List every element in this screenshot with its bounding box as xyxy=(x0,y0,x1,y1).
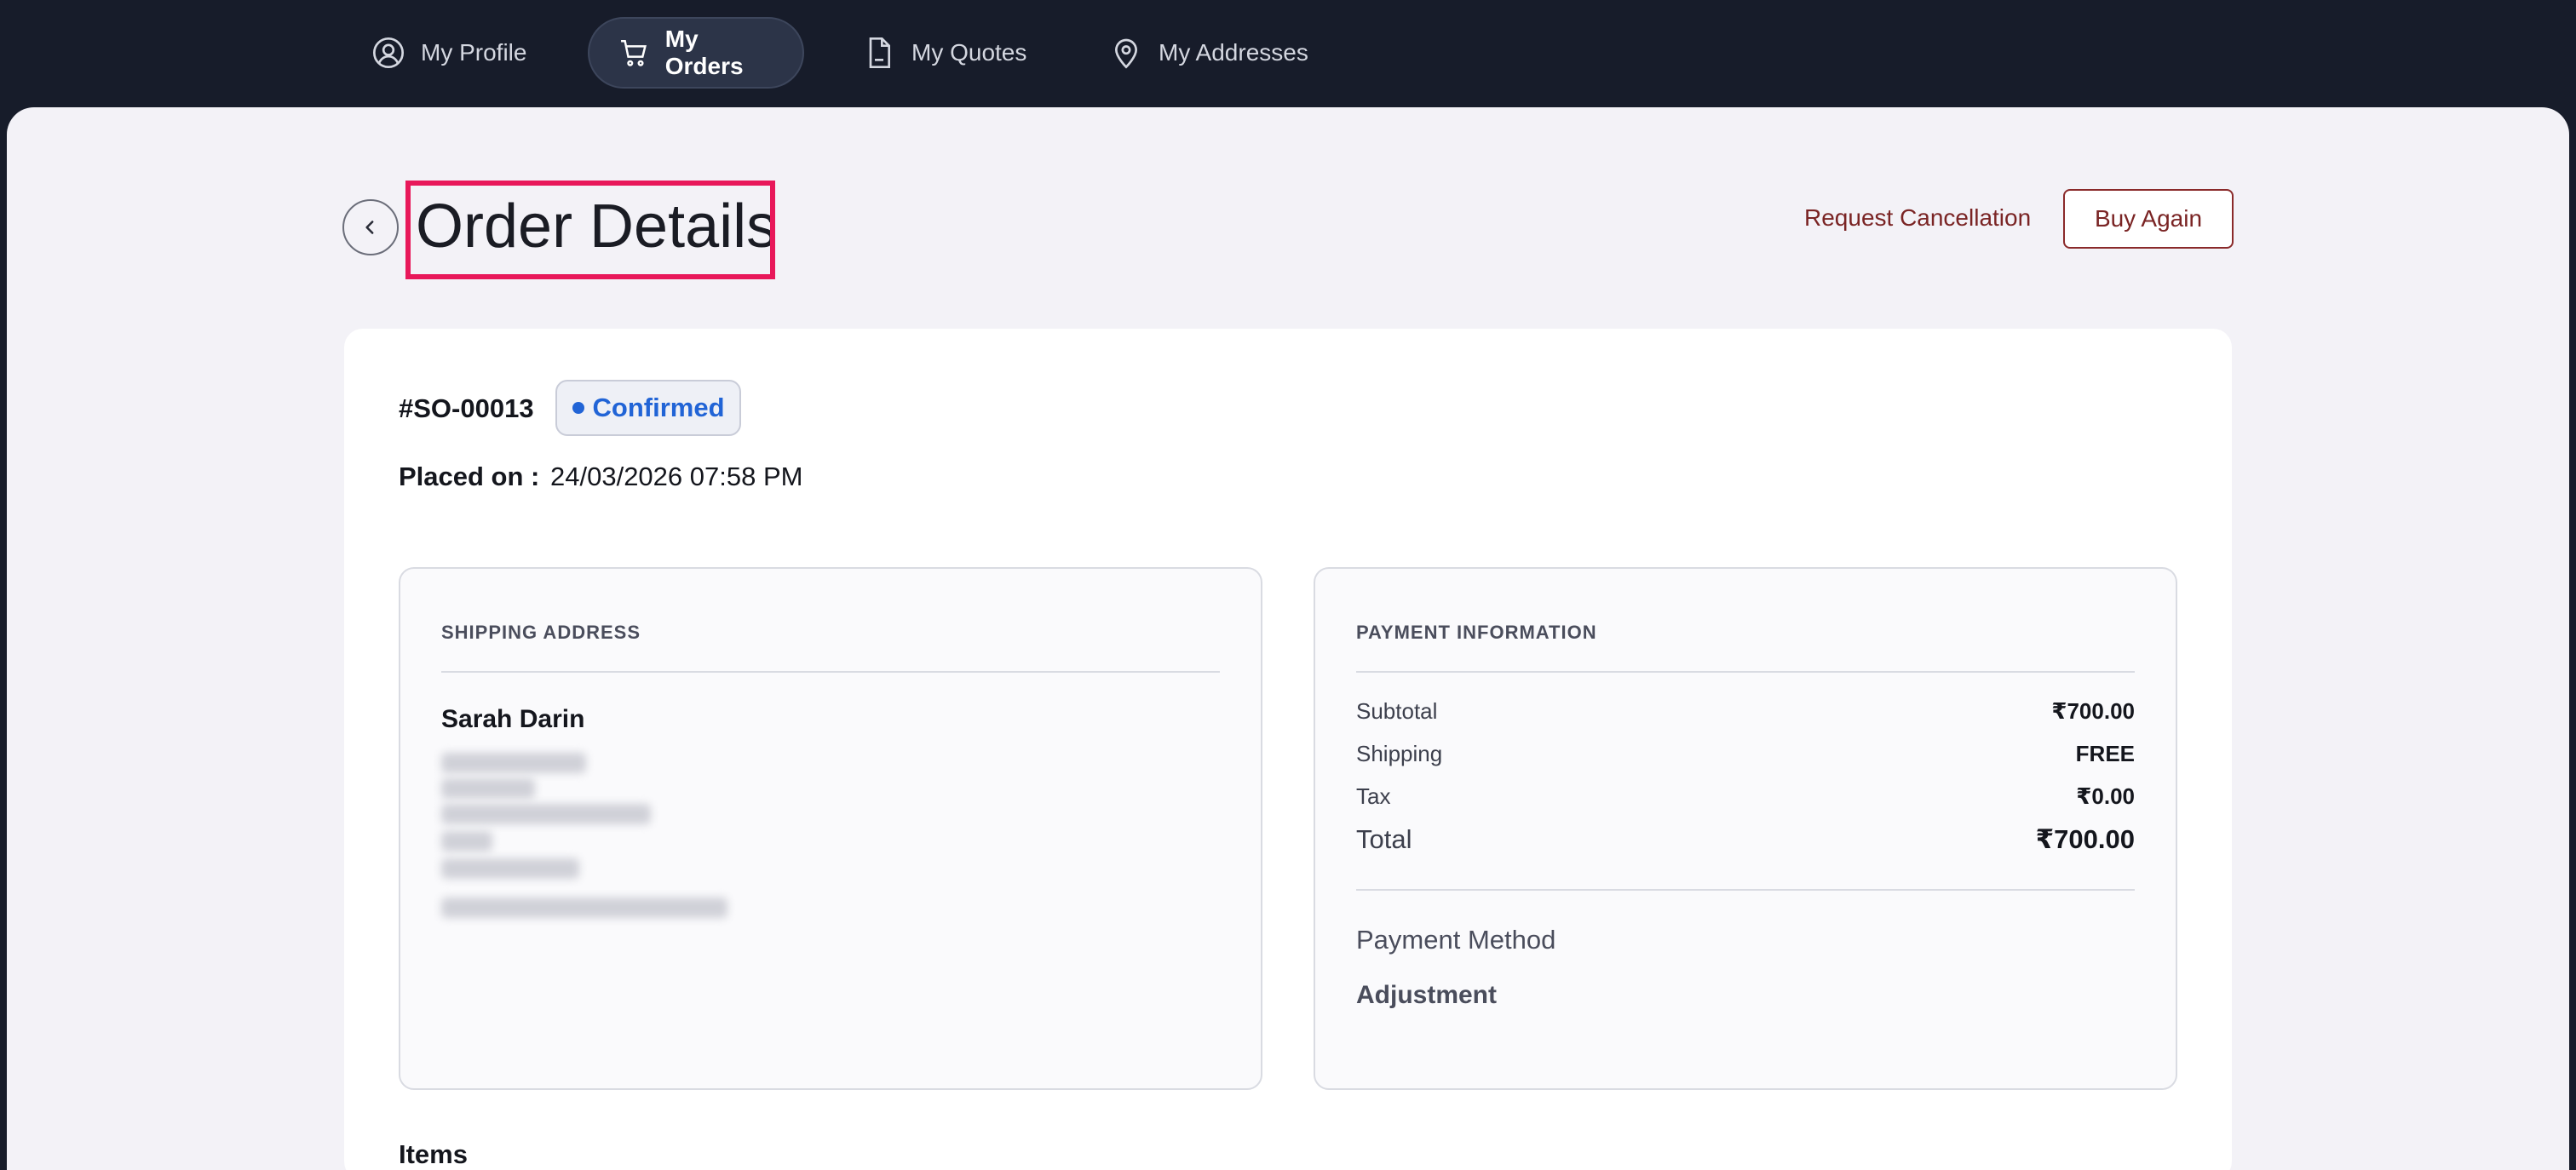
subtotal-row: Subtotal ₹700.00 xyxy=(1356,698,2135,725)
tax-label: Tax xyxy=(1356,783,1391,809)
tax-row: Tax ₹0.00 xyxy=(1356,783,2135,810)
request-cancellation-link[interactable]: Request Cancellation xyxy=(1804,203,2031,233)
items-heading: Items xyxy=(399,1139,468,1169)
shipping-heading: SHIPPING ADDRESS xyxy=(441,622,641,643)
nav-item-my-quotes[interactable]: My Quotes xyxy=(833,17,1055,89)
nav-item-my-profile[interactable]: My Profile xyxy=(342,17,555,89)
placed-on-value: 24/03/2026 07:58 PM xyxy=(550,462,803,491)
subtotal-value: ₹700.00 xyxy=(2051,698,2135,724)
status-label: Confirmed xyxy=(592,393,725,422)
shipping-name: Sarah Darin xyxy=(441,705,585,733)
nav-label: My Orders xyxy=(664,26,744,79)
chevron-left-icon xyxy=(365,221,374,234)
payment-method-value: Adjustment xyxy=(1356,981,1497,1009)
shipping-value: FREE xyxy=(2075,741,2135,766)
total-label: Total xyxy=(1356,824,1412,854)
top-navigation: My Profile My Orders My Quotes My Addres… xyxy=(0,0,2576,107)
redacted-address-line xyxy=(441,858,579,879)
total-row: Total ₹700.00 xyxy=(1356,824,2135,855)
divider xyxy=(1356,671,2135,673)
placed-on-label: Placed on : xyxy=(399,462,540,491)
document-icon xyxy=(869,37,890,68)
nav-label: My Addresses xyxy=(1159,39,1308,66)
tax-value: ₹0.00 xyxy=(2076,783,2135,809)
redacted-address-line xyxy=(441,831,492,852)
redacted-address-line xyxy=(441,778,535,799)
map-pin-icon xyxy=(1114,38,1138,69)
divider xyxy=(1356,889,2135,891)
payment-heading: PAYMENT INFORMATION xyxy=(1356,622,1597,643)
shipping-row: Shipping FREE xyxy=(1356,741,2135,767)
status-dot-icon xyxy=(572,402,584,414)
nav-label: My Profile xyxy=(421,39,527,66)
nav-item-my-addresses[interactable]: My Addresses xyxy=(1080,17,1337,89)
redacted-address-line xyxy=(441,898,727,918)
status-badge: Confirmed xyxy=(555,380,741,436)
user-circle-icon xyxy=(373,37,404,68)
total-value: ₹700.00 xyxy=(2035,824,2135,854)
shipping-address-box: SHIPPING ADDRESS Sarah Darin xyxy=(399,567,1262,1090)
redacted-address-line xyxy=(441,753,586,773)
redacted-address-line xyxy=(441,804,651,824)
payment-information-box: PAYMENT INFORMATION Subtotal ₹700.00 Shi… xyxy=(1314,567,2177,1090)
order-id: #SO-00013 xyxy=(399,393,534,423)
divider xyxy=(441,671,1220,673)
cart-icon xyxy=(621,39,647,66)
nav-item-my-orders[interactable]: My Orders xyxy=(588,17,804,89)
subtotal-label: Subtotal xyxy=(1356,698,1438,724)
buy-again-button[interactable]: Buy Again xyxy=(2063,189,2234,249)
nav-label: My Quotes xyxy=(911,39,1027,66)
payment-method-label: Payment Method xyxy=(1356,925,1556,955)
back-button[interactable] xyxy=(342,199,399,255)
highlight-annotation xyxy=(405,181,775,279)
shipping-label: Shipping xyxy=(1356,741,1443,766)
